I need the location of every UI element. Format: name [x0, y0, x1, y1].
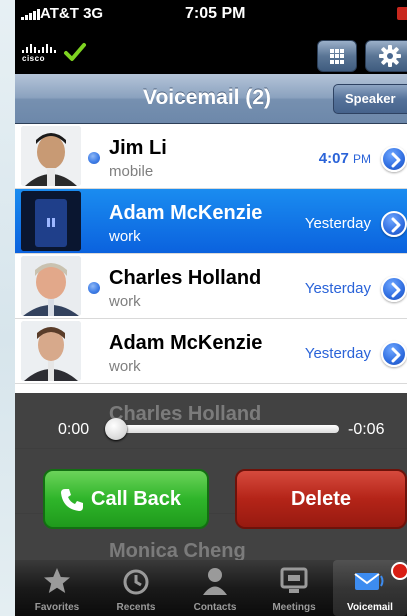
voicemail-row[interactable]: Adam McKenzie work Yesterday — [15, 189, 407, 254]
delete-button[interactable]: Delete — [235, 469, 407, 529]
avatar — [21, 256, 81, 316]
chevron-right-icon — [391, 282, 401, 298]
pause-button[interactable] — [21, 191, 81, 251]
scrubber-thumb[interactable] — [105, 418, 127, 440]
contact-name: Adam McKenzie — [109, 332, 263, 354]
elapsed-time: 0:00 — [58, 421, 90, 438]
avatar — [21, 321, 81, 381]
battery-icon — [397, 7, 407, 20]
contact-name: Adam McKenzie — [109, 202, 263, 224]
contact-type: mobile — [109, 163, 154, 180]
avatar — [21, 126, 81, 186]
contact-type: work — [109, 228, 141, 245]
remaining-time: -0:06 — [348, 421, 385, 438]
background-contact-name: Charles Holland — [109, 403, 262, 425]
tab-recents[interactable]: Recents — [96, 560, 176, 616]
contact-name: Charles Holland — [109, 267, 262, 289]
navigation-bar: Voicemail (2) Speaker — [15, 74, 407, 124]
carrier-label: AT&T 3G — [40, 5, 104, 22]
tab-bar: Favorites Recents Contacts Meetings Voic… — [15, 560, 407, 616]
tab-meetings[interactable]: Meetings — [254, 560, 334, 616]
unread-badge — [391, 562, 407, 580]
voicemail-time: 4:07 PM — [318, 150, 371, 167]
app-top-bar: cisco — [15, 28, 407, 74]
detail-disclosure-button[interactable] — [381, 146, 407, 172]
status-bar: AT&T 3G 7:05 PM — [15, 0, 407, 28]
voicemail-row[interactable]: Charles Holland work Yesterday — [15, 254, 407, 319]
meetings-icon — [280, 567, 308, 593]
background-margin — [0, 0, 15, 616]
tab-favorites[interactable]: Favorites — [17, 560, 97, 616]
detail-disclosure-button[interactable] — [381, 211, 407, 237]
tab-contacts[interactable]: Contacts — [175, 560, 255, 616]
gear-icon — [379, 45, 401, 67]
chevron-right-icon — [391, 152, 401, 168]
phone-screen: AT&T 3G 7:05 PM cisco Voicemail (2) Spea… — [15, 0, 407, 616]
check-icon — [64, 43, 86, 61]
chevron-right-icon — [391, 217, 401, 233]
voicemail-row[interactable]: Jim Li mobile 4:07 PM — [15, 124, 407, 189]
dialpad-button[interactable] — [317, 40, 357, 72]
recents-icon — [123, 569, 149, 595]
contact-name: Jim Li — [109, 137, 167, 159]
contacts-icon — [203, 568, 227, 595]
playback-scrubber[interactable] — [107, 425, 339, 433]
detail-disclosure-button[interactable] — [381, 276, 407, 302]
voicemail-playback-panel: Charles Holland Monica Cheng 0:00 -0:06 … — [15, 393, 407, 562]
pause-icon — [47, 218, 50, 227]
voicemail-time: Yesterday — [304, 215, 371, 232]
status-time: 7:05 PM — [185, 5, 246, 22]
voicemail-time: Yesterday — [304, 280, 371, 297]
call-back-button[interactable]: Call Back — [43, 469, 209, 529]
dialpad-icon — [330, 49, 345, 64]
phone-icon — [61, 489, 83, 511]
unread-indicator — [88, 152, 100, 164]
contact-type: work — [109, 358, 141, 375]
unread-indicator — [88, 282, 100, 294]
speaker-button[interactable]: Speaker — [333, 84, 407, 114]
chevron-right-icon — [391, 347, 401, 363]
contact-type: work — [109, 293, 141, 310]
voicemail-time: Yesterday — [304, 345, 371, 362]
voicemail-icon — [354, 573, 384, 590]
detail-disclosure-button[interactable] — [381, 341, 407, 367]
settings-button[interactable] — [365, 40, 407, 72]
signal-strength-icon — [21, 8, 40, 20]
voicemail-row[interactable]: Adam McKenzie work Yesterday — [15, 319, 407, 384]
star-icon — [44, 568, 70, 593]
cisco-logo: cisco — [22, 44, 56, 63]
